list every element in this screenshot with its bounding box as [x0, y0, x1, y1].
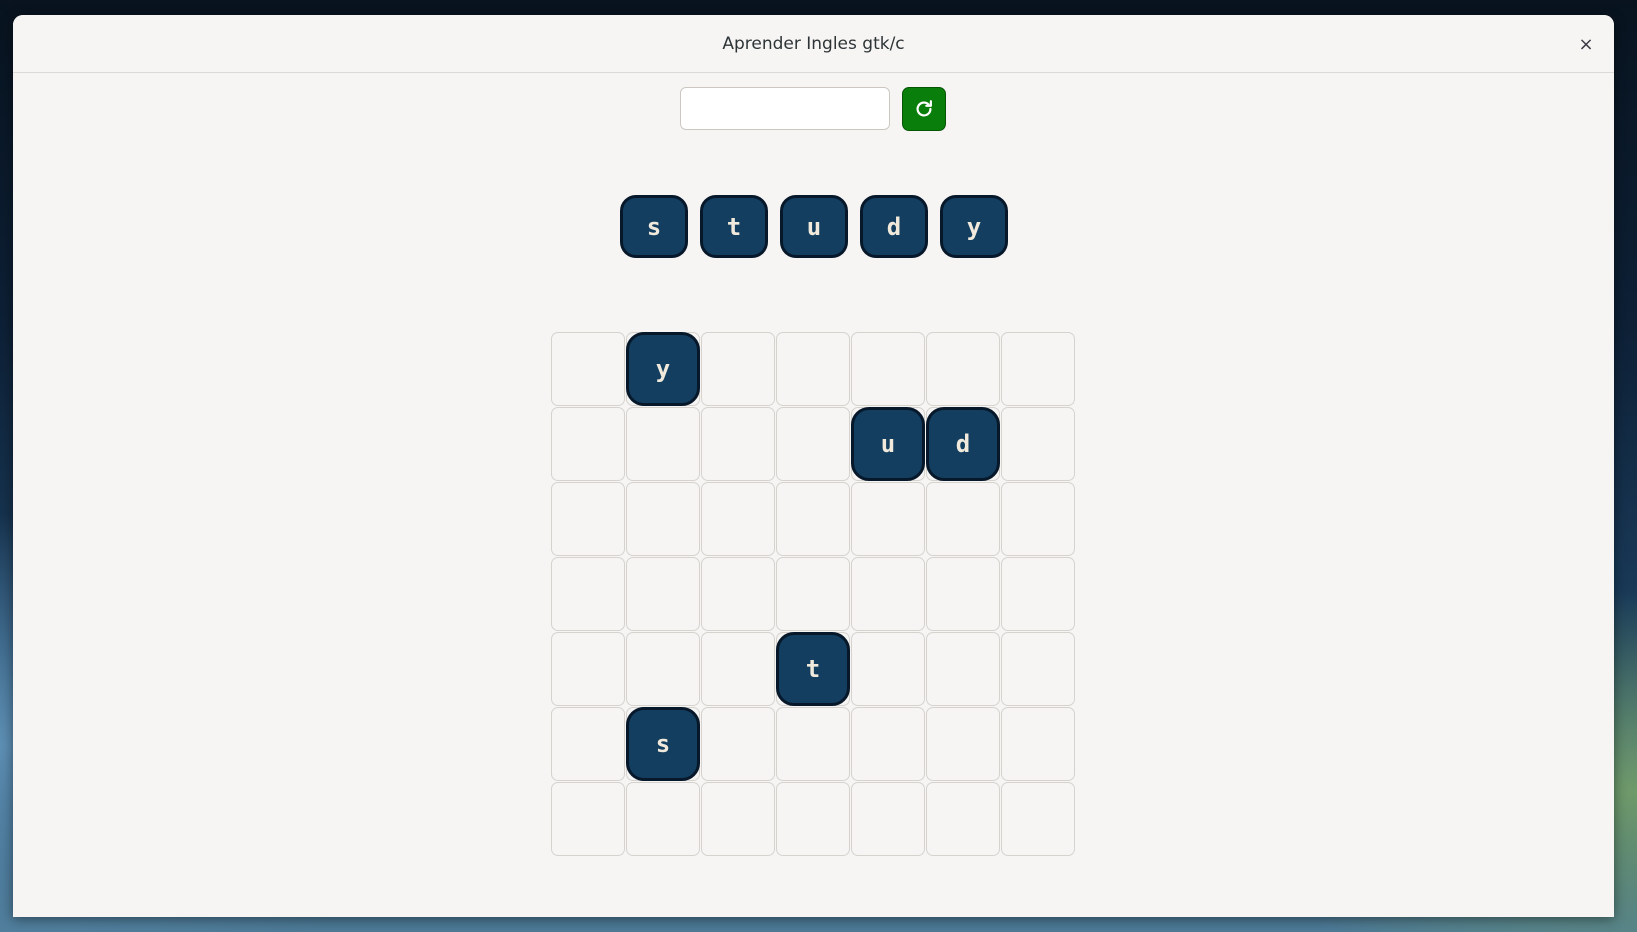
board-cell[interactable]: [776, 557, 850, 631]
board-cell[interactable]: [1001, 557, 1075, 631]
board-cell[interactable]: [551, 482, 625, 556]
letter-tile-u[interactable]: u: [780, 195, 848, 258]
board-cell[interactable]: [776, 707, 850, 781]
placed-tile-s[interactable]: s: [626, 707, 700, 781]
close-icon: ×: [1578, 33, 1594, 55]
board-cell[interactable]: [926, 557, 1000, 631]
close-button[interactable]: ×: [1572, 30, 1600, 58]
board-cell[interactable]: [1001, 782, 1075, 856]
board-cell[interactable]: [626, 782, 700, 856]
board-cell[interactable]: [551, 632, 625, 706]
board-cell[interactable]: [851, 332, 925, 406]
board-cell[interactable]: [1001, 707, 1075, 781]
board-cell[interactable]: [776, 782, 850, 856]
board-cell[interactable]: [926, 707, 1000, 781]
refresh-button[interactable]: [902, 87, 946, 131]
board-cell[interactable]: [551, 782, 625, 856]
board-cell[interactable]: [701, 557, 775, 631]
letter-tile-s[interactable]: s: [620, 195, 688, 258]
refresh-icon: [916, 100, 932, 117]
letter-tile-y[interactable]: y: [940, 195, 1008, 258]
board-cell[interactable]: [926, 482, 1000, 556]
letter-tile-d[interactable]: d: [860, 195, 928, 258]
board-cell[interactable]: [776, 332, 850, 406]
header-bar: Aprender Ingles gtk/c ×: [13, 15, 1614, 73]
board-cell[interactable]: [701, 782, 775, 856]
board-cell[interactable]: [701, 482, 775, 556]
board-cell[interactable]: [1001, 407, 1075, 481]
board-cell[interactable]: [551, 557, 625, 631]
board-cell[interactable]: [851, 782, 925, 856]
placed-tile-u[interactable]: u: [851, 407, 925, 481]
placed-tile-d[interactable]: d: [926, 407, 1000, 481]
board-cell[interactable]: [626, 557, 700, 631]
board-cell[interactable]: [626, 407, 700, 481]
board-cell[interactable]: [626, 632, 700, 706]
board-cell[interactable]: [551, 407, 625, 481]
board-cell[interactable]: [926, 782, 1000, 856]
board-cell[interactable]: [776, 482, 850, 556]
board-cell[interactable]: [851, 557, 925, 631]
board-cell[interactable]: [701, 407, 775, 481]
board-cell[interactable]: [551, 707, 625, 781]
board-cell[interactable]: [926, 632, 1000, 706]
board-cell[interactable]: [551, 332, 625, 406]
board-cell[interactable]: [851, 632, 925, 706]
board-cell[interactable]: [851, 707, 925, 781]
app-window: Aprender Ingles gtk/c × study yudts: [13, 15, 1614, 917]
board-cell[interactable]: [701, 632, 775, 706]
letter-tile-t[interactable]: t: [700, 195, 768, 258]
answer-input[interactable]: [680, 87, 890, 130]
placed-tile-y[interactable]: y: [626, 332, 700, 406]
board-cell[interactable]: [1001, 482, 1075, 556]
board-cell[interactable]: [926, 332, 1000, 406]
board-cell[interactable]: [626, 482, 700, 556]
placed-tile-t[interactable]: t: [776, 632, 850, 706]
board-cell[interactable]: [1001, 332, 1075, 406]
board-cell[interactable]: [776, 407, 850, 481]
board-cell[interactable]: [851, 482, 925, 556]
board-cell[interactable]: [1001, 632, 1075, 706]
board-cell[interactable]: [701, 332, 775, 406]
window-title: Aprender Ingles gtk/c: [722, 34, 905, 54]
board-cell[interactable]: [701, 707, 775, 781]
